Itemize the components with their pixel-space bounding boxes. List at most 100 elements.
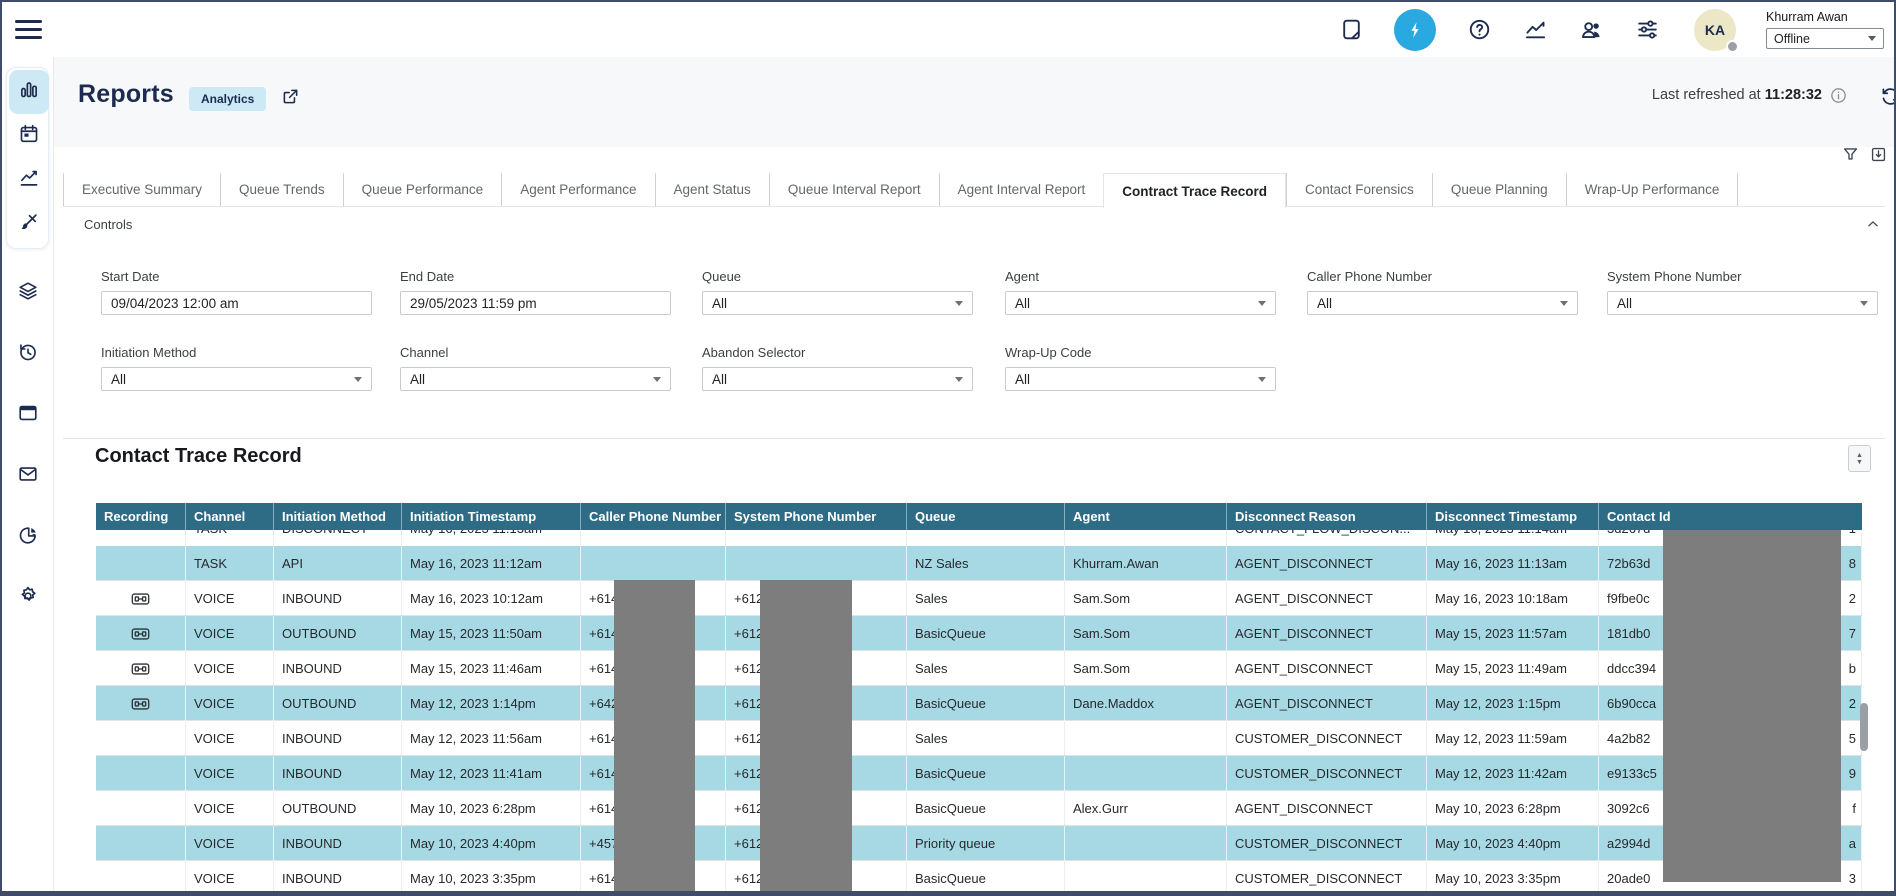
column-header-initiation-method[interactable]: Initiation Method bbox=[274, 503, 402, 530]
chevron-down-icon bbox=[653, 377, 661, 382]
tab-queue-trends[interactable]: Queue Trends bbox=[220, 173, 343, 206]
tab-agent-performance[interactable]: Agent Performance bbox=[501, 173, 654, 206]
tab-queue-planning[interactable]: Queue Planning bbox=[1432, 173, 1566, 206]
table-row[interactable]: VOICEOUTBOUNDMay 10, 2023 6:28pm+614+612… bbox=[96, 791, 1862, 826]
table-vertical-scrollbar[interactable] bbox=[1860, 703, 1868, 751]
cell-recording bbox=[96, 530, 186, 546]
cell-queue: BasicQueue bbox=[907, 686, 1065, 721]
tab-wrap-up-performance[interactable]: Wrap-Up Performance bbox=[1566, 173, 1739, 206]
cell-disconnect-reason: AGENT_DISCONNECT bbox=[1227, 581, 1427, 616]
preferences-icon[interactable] bbox=[1634, 17, 1660, 43]
table-row[interactable]: VOICEOUTBOUNDMay 12, 2023 1:14pm+642+612… bbox=[96, 686, 1862, 721]
table-row[interactable]: VOICEOUTBOUNDMay 15, 2023 11:50am+614+61… bbox=[96, 616, 1862, 651]
table-row[interactable]: VOICEINBOUNDMay 12, 2023 11:41am+614+612… bbox=[96, 756, 1862, 791]
chevron-up-icon[interactable] bbox=[1866, 217, 1880, 236]
cell-recording[interactable] bbox=[96, 686, 186, 721]
recording-icon[interactable] bbox=[131, 627, 150, 641]
tab-queue-performance[interactable]: Queue Performance bbox=[343, 173, 502, 206]
table-row[interactable]: TASKDISCONNECTMay 16, 2023 11:13amCONTAC… bbox=[96, 530, 1862, 546]
end-date-filter: End Date29/05/2023 11:59 pm bbox=[400, 269, 671, 315]
analytics-badge: Analytics bbox=[189, 87, 266, 111]
column-header-agent[interactable]: Agent bbox=[1065, 503, 1227, 530]
caller-phone-number-select[interactable]: All bbox=[1307, 291, 1578, 315]
column-header-queue[interactable]: Queue bbox=[907, 503, 1065, 530]
system-phone-number-select[interactable]: All bbox=[1607, 291, 1878, 315]
tab-agent-status[interactable]: Agent Status bbox=[655, 173, 769, 206]
filter-label: Agent bbox=[1005, 269, 1276, 284]
tab-executive-summary[interactable]: Executive Summary bbox=[63, 173, 220, 206]
sidebar-item-pie-chart[interactable] bbox=[8, 515, 48, 559]
initiation-method-select[interactable]: All bbox=[101, 367, 372, 391]
recording-icon[interactable] bbox=[131, 697, 150, 711]
hamburger-menu-icon[interactable] bbox=[15, 16, 42, 42]
column-header-system-phone-number[interactable]: System Phone Number bbox=[726, 503, 907, 530]
table-row[interactable]: VOICEINBOUNDMay 10, 2023 4:40pm+457+612P… bbox=[96, 826, 1862, 861]
external-link-icon[interactable] bbox=[280, 86, 301, 112]
queue-filter: QueueAll bbox=[702, 269, 973, 315]
bolt-icon[interactable] bbox=[1394, 9, 1436, 51]
sidebar-item-layers[interactable] bbox=[8, 271, 48, 315]
refresh-icon[interactable] bbox=[1879, 85, 1896, 113]
contact-id-text: 6b90cca bbox=[1607, 696, 1656, 711]
download-icon[interactable] bbox=[1869, 145, 1888, 169]
spinner-up-icon[interactable]: ▲ bbox=[1856, 452, 1863, 459]
tab-contact-forensics[interactable]: Contact Forensics bbox=[1286, 173, 1432, 206]
column-header-caller-phone-number[interactable]: Caller Phone Number bbox=[581, 503, 726, 530]
info-icon[interactable] bbox=[1829, 86, 1848, 110]
cell-agent: Alex.Gurr bbox=[1065, 791, 1227, 826]
row-count-spinner[interactable]: ▲▼ bbox=[1848, 445, 1871, 472]
help-icon[interactable] bbox=[1466, 17, 1492, 43]
filter-funnel-icon[interactable] bbox=[1841, 145, 1860, 169]
history-icon bbox=[17, 341, 39, 368]
sidebar-item-reports[interactable] bbox=[9, 70, 49, 114]
mail-icon bbox=[17, 463, 39, 490]
table-row[interactable]: VOICEINBOUNDMay 15, 2023 11:46am+614+612… bbox=[96, 651, 1862, 686]
cell-initiation-method: INBOUND bbox=[274, 826, 402, 861]
start-date-input[interactable]: 09/04/2023 12:00 am bbox=[101, 291, 372, 315]
agent-select[interactable]: All bbox=[1005, 291, 1276, 315]
abandon-selector-select[interactable]: All bbox=[702, 367, 973, 391]
sidebar-item-history[interactable] bbox=[8, 332, 48, 376]
column-header-disconnect-timestamp[interactable]: Disconnect Timestamp bbox=[1427, 503, 1599, 530]
tab-contract-trace-record[interactable]: Contract Trace Record bbox=[1103, 173, 1286, 208]
tab-agent-interval-report[interactable]: Agent Interval Report bbox=[939, 173, 1104, 206]
column-header-contact-id[interactable]: Contact Id bbox=[1599, 503, 1862, 530]
notes-icon[interactable] bbox=[1338, 17, 1364, 43]
column-header-initiation-timestamp[interactable]: Initiation Timestamp bbox=[402, 503, 581, 530]
wrap-up-code-select[interactable]: All bbox=[1005, 367, 1276, 391]
sidebar-item-design[interactable] bbox=[9, 202, 49, 246]
channel-select[interactable]: All bbox=[400, 367, 671, 391]
status-select[interactable]: Offline bbox=[1766, 28, 1884, 49]
recording-icon[interactable] bbox=[131, 592, 150, 606]
redaction-overlay bbox=[614, 580, 695, 896]
column-header-recording[interactable]: Recording bbox=[96, 503, 186, 530]
sidebar-item-mail[interactable] bbox=[8, 454, 48, 498]
spinner-down-icon[interactable]: ▼ bbox=[1856, 459, 1863, 466]
recording-icon[interactable] bbox=[131, 662, 150, 676]
sidebar-item-schedule[interactable] bbox=[9, 114, 49, 158]
column-header-disconnect-reason[interactable]: Disconnect Reason bbox=[1227, 503, 1427, 530]
cell-recording[interactable] bbox=[96, 651, 186, 686]
chevron-down-icon bbox=[1868, 36, 1876, 41]
cell-agent: Dane.Maddox bbox=[1065, 686, 1227, 721]
sidebar-item-settings[interactable] bbox=[8, 576, 48, 620]
end-date-input[interactable]: 29/05/2023 11:59 pm bbox=[400, 291, 671, 315]
metrics-icon[interactable] bbox=[1522, 17, 1548, 43]
cell-recording[interactable] bbox=[96, 616, 186, 651]
sidebar-item-trends[interactable] bbox=[9, 158, 49, 202]
table-row[interactable]: TASKAPIMay 16, 2023 11:12amNZ SalesKhurr… bbox=[96, 546, 1862, 581]
sidebar-item-window[interactable] bbox=[8, 393, 48, 437]
cell-agent bbox=[1065, 530, 1227, 546]
contacts-icon[interactable] bbox=[1578, 17, 1604, 43]
cell-recording[interactable] bbox=[96, 581, 186, 616]
chevron-down-icon bbox=[1860, 301, 1868, 306]
table-row[interactable]: VOICEINBOUNDMay 10, 2023 3:35pm+614+612B… bbox=[96, 861, 1862, 896]
caller-phone-number-filter: Caller Phone NumberAll bbox=[1307, 269, 1578, 315]
tab-queue-interval-report[interactable]: Queue Interval Report bbox=[769, 173, 939, 206]
table-row[interactable]: VOICEINBOUNDMay 12, 2023 11:56am+614+612… bbox=[96, 721, 1862, 756]
contact-id-tail: 2 bbox=[1849, 696, 1856, 711]
queue-select[interactable]: All bbox=[702, 291, 973, 315]
table-row[interactable]: VOICEINBOUNDMay 16, 2023 10:12am+614+612… bbox=[96, 581, 1862, 616]
avatar[interactable]: KA bbox=[1694, 9, 1736, 51]
column-header-channel[interactable]: Channel bbox=[186, 503, 274, 530]
